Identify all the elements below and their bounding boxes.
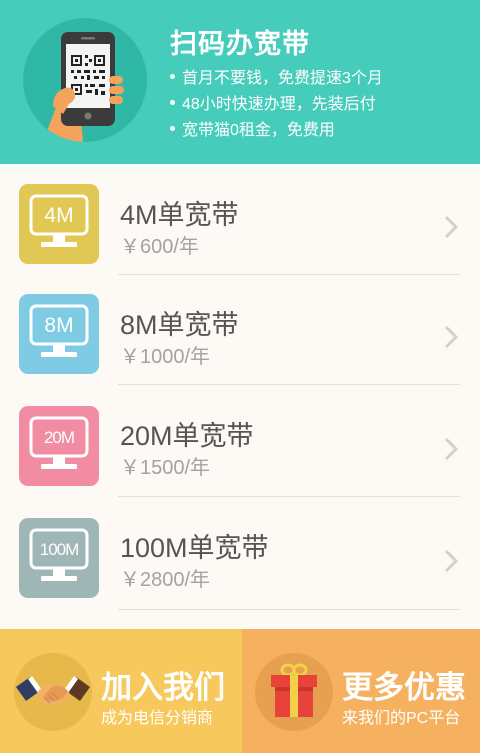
plan-item-20m[interactable]: 20M 20M单宽带 ￥1500/年 [0,385,480,495]
plan-speed-label: 20M [43,428,75,447]
plan-speed-label: 100M [39,540,80,559]
monitor-icon: 4M [19,184,99,264]
plan-item-8m[interactable]: 8M 8M单宽带 ￥1000/年 [0,275,480,385]
banner-bullet: 首月不要钱，免费提速3个月 [170,66,383,92]
plan-price: ￥1500/年 [120,457,211,479]
plan-price: ￥2800/年 [120,569,211,591]
plan-speed-label: 8M [44,314,74,337]
plan-price: ￥600/年 [120,236,199,258]
chevron-right-icon [444,549,459,573]
plan-name: 8M单宽带 [120,310,239,340]
bullet-dot-icon [170,126,175,132]
panel-title: 更多优惠 [342,670,466,705]
banner-bullet: 宽带猫0租金，免费用 [170,118,383,144]
divider [118,609,460,610]
chevron-right-icon [444,325,459,349]
plan-item-100m[interactable]: 100M 100M单宽带 ￥2800/年 [0,497,480,607]
bullet-dot-icon [170,74,175,80]
join-us-button[interactable]: 加入我们 成为电信分销商 [0,629,242,753]
phone-qr-icon [23,18,147,142]
plan-name: 4M单宽带 [120,200,239,230]
banner-bullet-list: 首月不要钱，免费提速3个月 48小时快速办理，先装后付 宽带猫0租金，免费用 [170,66,383,144]
monitor-icon: 20M [19,406,99,486]
monitor-icon: 100M [19,518,99,598]
handshake-icon [14,653,92,731]
bullet-dot-icon [170,100,175,106]
banner-title: 扫码办宽带 [170,29,310,59]
plan-price: ￥1000/年 [120,346,211,368]
plan-item-4m[interactable]: 4M 4M单宽带 ￥600/年 [0,164,480,274]
monitor-icon: 8M [19,294,99,374]
plan-name: 20M单宽带 [120,421,254,451]
panel-subtitle: 来我们的PC平台 [342,710,461,727]
promo-banner: 扫码办宽带 首月不要钱，免费提速3个月 48小时快速办理，先装后付 宽带猫0租金… [0,0,480,164]
chevron-right-icon [444,215,459,239]
gift-box-icon [255,653,333,731]
plan-speed-label: 4M [44,204,74,227]
plan-name: 100M单宽带 [120,533,269,563]
banner-bullet: 48小时快速办理，先装后付 [170,92,383,118]
panel-subtitle: 成为电信分销商 [101,710,214,727]
chevron-right-icon [444,437,459,461]
more-offers-button[interactable]: 更多优惠 来我们的PC平台 [242,629,480,753]
panel-title: 加入我们 [101,670,225,705]
